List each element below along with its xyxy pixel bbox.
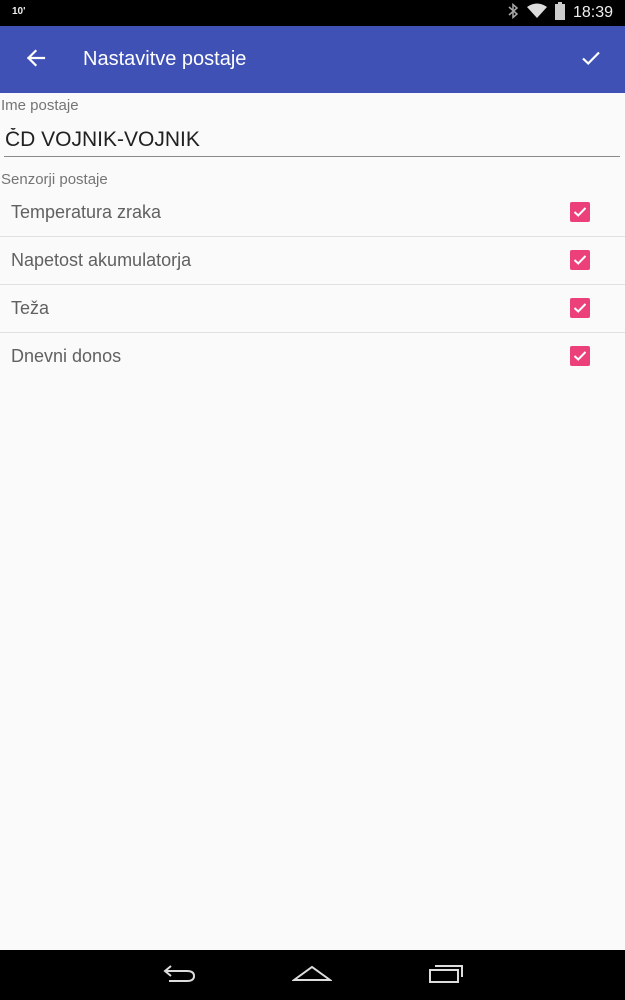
nav-home-button[interactable]	[290, 960, 334, 990]
navigation-bar	[0, 950, 625, 1000]
sensors-label: Senzorji postaje	[1, 171, 108, 188]
sensor-checkbox[interactable]	[570, 250, 590, 270]
check-icon	[573, 351, 587, 361]
clock: 18:39	[572, 4, 613, 21]
sensor-list: Temperatura zraka Napetost akumulatorja …	[0, 189, 625, 381]
sensor-row-napetost-akumulatorja[interactable]: Napetost akumulatorja	[0, 237, 625, 285]
sensor-label: Napetost akumulatorja	[11, 250, 192, 270]
home-icon	[290, 963, 334, 988]
check-icon	[573, 255, 587, 265]
arrow-left-icon	[26, 48, 46, 72]
nav-recents-button[interactable]	[424, 960, 468, 990]
status-bar: 10' 18:39	[0, 0, 625, 26]
nav-back-button[interactable]	[157, 960, 201, 990]
sensor-row-dnevni-donos[interactable]: Dnevni donos	[0, 333, 625, 381]
sensor-checkbox[interactable]	[570, 346, 590, 366]
check-icon	[573, 207, 587, 217]
sensor-label: Teža	[11, 298, 50, 318]
app-bar: Nastavitve postaje	[0, 26, 625, 93]
back-nav-icon	[161, 963, 197, 988]
sensor-row-temperatura-zraka[interactable]: Temperatura zraka	[0, 189, 625, 237]
bluetooth-icon	[507, 2, 519, 25]
page-title: Nastavitve postaje	[83, 48, 247, 70]
station-name-input[interactable]	[4, 123, 620, 157]
sensor-checkbox[interactable]	[570, 298, 590, 318]
sensor-row-teza[interactable]: Teža	[0, 285, 625, 333]
check-icon	[573, 303, 587, 313]
station-name-label: Ime postaje	[1, 97, 79, 114]
back-button[interactable]	[20, 44, 52, 76]
sensor-label: Temperatura zraka	[11, 202, 162, 222]
recents-icon	[428, 962, 464, 989]
check-icon	[581, 50, 601, 71]
battery-icon	[554, 1, 565, 25]
status-icons: 18:39	[507, 1, 613, 25]
wifi-icon	[526, 3, 547, 24]
sensor-checkbox[interactable]	[570, 202, 590, 222]
notification-text: 10'	[12, 6, 26, 17]
confirm-button[interactable]	[575, 44, 607, 76]
sensor-label: Dnevni donos	[11, 346, 122, 366]
